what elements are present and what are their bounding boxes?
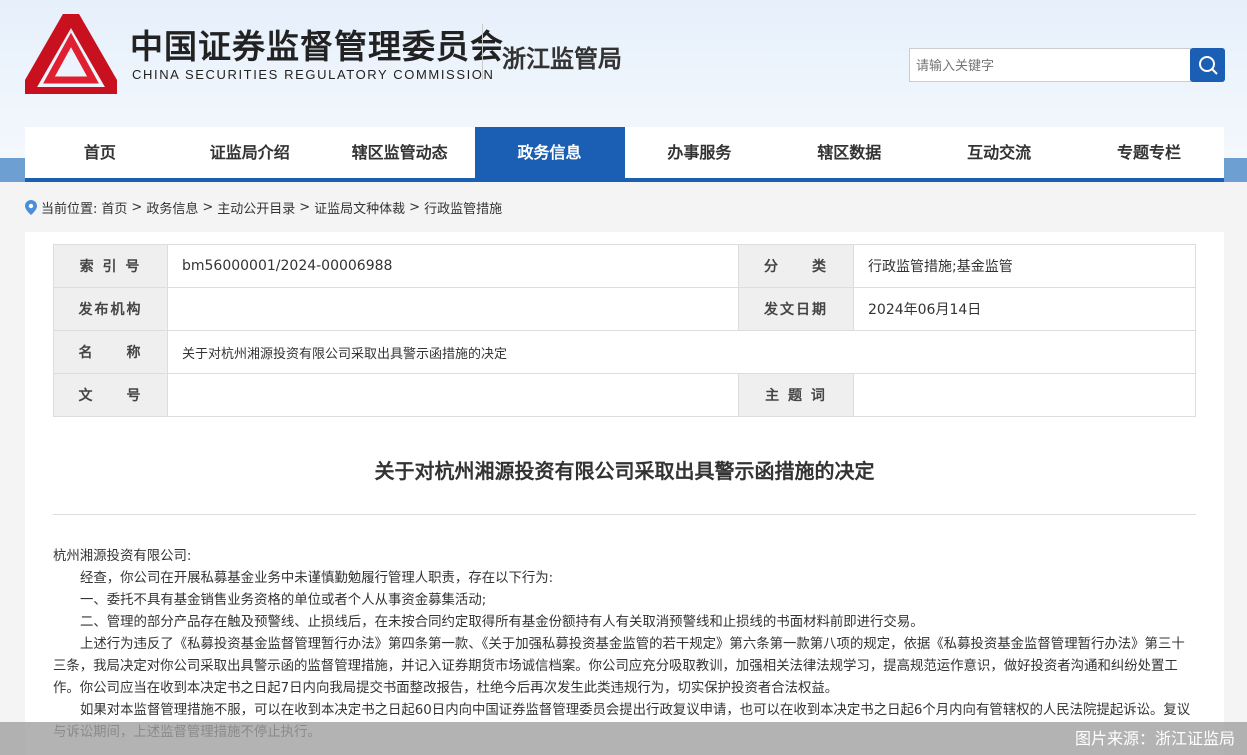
- content-panel: 索 引 号 bm56000001/2024-00006988 分 类 行政监管措…: [25, 232, 1224, 755]
- name-value: 关于对杭州湘源投资有限公司采取出具警示函措施的决定: [167, 330, 1196, 374]
- issuer-value: [167, 287, 739, 331]
- bureau-name: 浙江监管局: [502, 45, 622, 73]
- paragraph: 二、管理的部分产品存在触及预警线、止损线后，在未按合同约定取得所有基金份额持有人…: [80, 615, 924, 630]
- breadcrumb-sep: >: [299, 200, 311, 215]
- search-button[interactable]: [1190, 48, 1225, 82]
- category-value: 行政监管措施;基金监管: [853, 244, 1196, 288]
- breadcrumb-home[interactable]: 首页: [101, 198, 127, 217]
- org-name-cn: 中国证券监督管理委员会: [130, 27, 504, 66]
- nav-interaction[interactable]: 互动交流: [924, 127, 1074, 178]
- nav-services[interactable]: 办事服务: [625, 127, 775, 178]
- category-label: 分 类: [738, 244, 854, 288]
- breadcrumb: 当前位置: 首页 > 政务信息 > 主动公开目录 > 证监局文种体裁 > 行政监管措施: [25, 198, 502, 217]
- breadcrumb-sep: >: [131, 200, 143, 215]
- image-source-caption: 图片来源：浙江证监局: [0, 722, 1247, 755]
- main-nav: 首页 证监局介绍 辖区监管动态 政务信息 办事服务 辖区数据 互动交流 专题专栏: [25, 127, 1224, 182]
- breadcrumb-sep: >: [202, 200, 214, 215]
- addressee: 杭州湘源投资有限公司:: [53, 549, 192, 564]
- nav-home[interactable]: 首页: [25, 127, 175, 178]
- article-body: 杭州湘源投资有限公司: 经查，你公司在开展私募基金业务中未谨慎勤勉履行管理人职责…: [53, 546, 1196, 744]
- subject-label: 主 题 词: [738, 373, 854, 417]
- breadcrumb-measures[interactable]: 行政监管措施: [424, 198, 502, 217]
- name-label: 名 称: [53, 330, 168, 374]
- search-input[interactable]: [909, 48, 1191, 82]
- breadcrumb-prefix: 当前位置:: [41, 202, 98, 217]
- docno-label: 文 号: [53, 373, 168, 417]
- issuer-label: 发布机构: [53, 287, 168, 331]
- breadcrumb-sep: >: [409, 200, 421, 215]
- paragraph: 上述行为违反了《私募投资基金监督管理暂行办法》第四条第一款、《关于加强私募投资基…: [53, 637, 1185, 696]
- breadcrumb-gov-info[interactable]: 政务信息: [146, 198, 198, 217]
- metadata-table: 索 引 号 bm56000001/2024-00006988 分 类 行政监管措…: [53, 244, 1196, 417]
- nav-government-info[interactable]: 政务信息: [474, 127, 625, 178]
- breadcrumb-doc-types[interactable]: 证监局文种体裁: [314, 198, 405, 217]
- csrc-logo: [25, 14, 117, 94]
- divider: [53, 514, 1196, 515]
- location-pin-icon: [25, 200, 37, 215]
- date-value: 2024年06月14日: [853, 287, 1196, 331]
- index-value: bm56000001/2024-00006988: [167, 244, 739, 288]
- paragraph: 经查，你公司在开展私募基金业务中未谨慎勤勉履行管理人职责，存在以下行为:: [80, 571, 554, 586]
- paragraph: 一、委托不具有基金销售业务资格的单位或者个人从事资金募集活动;: [80, 593, 487, 608]
- breadcrumb-catalog[interactable]: 主动公开目录: [217, 198, 295, 217]
- divider: [482, 24, 483, 80]
- org-name-en: CHINA SECURITIES REGULATORY COMMISSION: [132, 67, 495, 82]
- nav-about[interactable]: 证监局介绍: [175, 127, 325, 178]
- date-label: 发文日期: [738, 287, 854, 331]
- nav-data[interactable]: 辖区数据: [774, 127, 924, 178]
- nav-special[interactable]: 专题专栏: [1074, 127, 1224, 178]
- index-label: 索 引 号: [53, 244, 168, 288]
- search-icon: [1198, 56, 1218, 75]
- nav-regional-news[interactable]: 辖区监管动态: [325, 127, 475, 178]
- article-title: 关于对杭州湘源投资有限公司采取出具警示函措施的决定: [374, 459, 875, 483]
- docno-value: [167, 373, 739, 417]
- subject-value: [853, 373, 1196, 417]
